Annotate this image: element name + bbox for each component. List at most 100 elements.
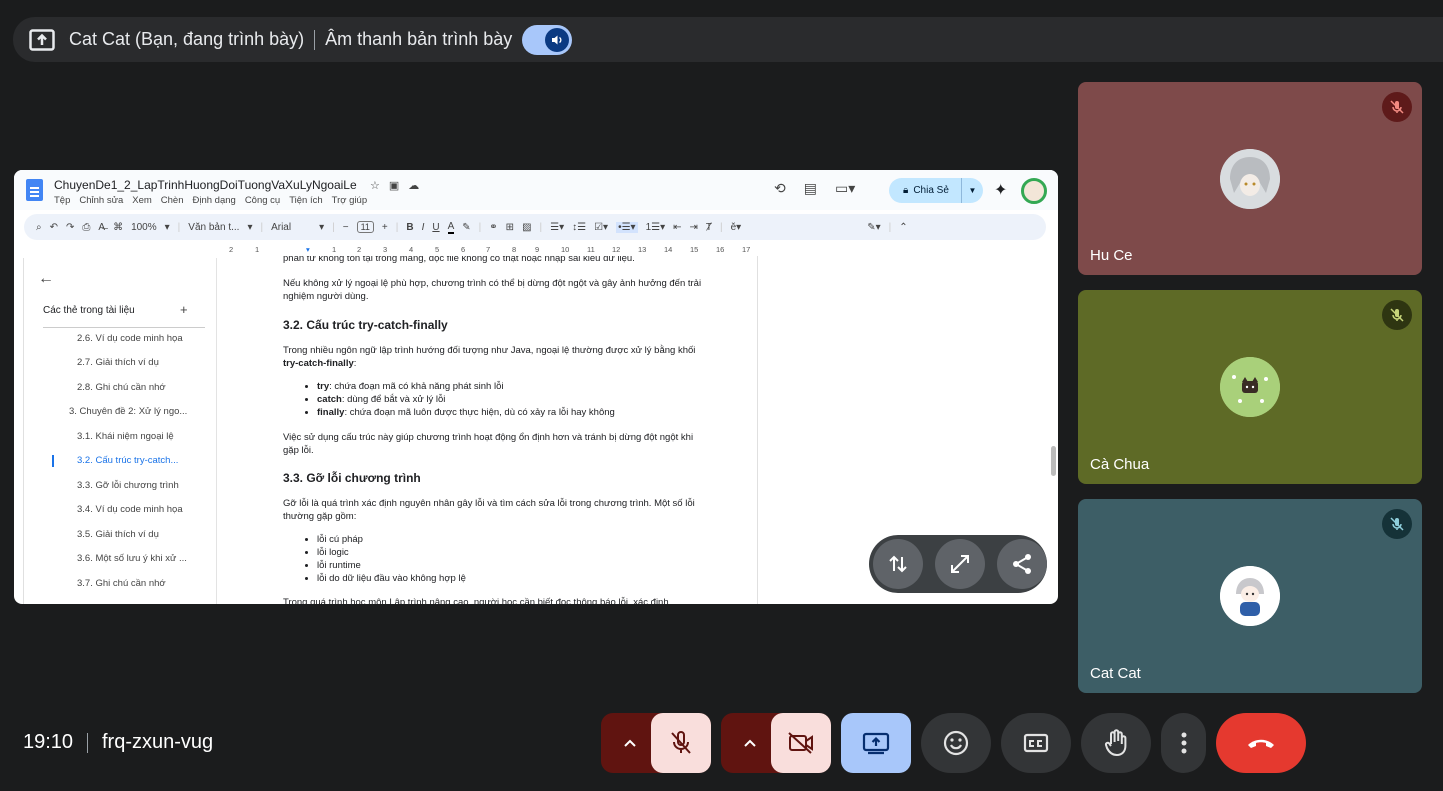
outline-item[interactable]: 3.4. Ví dụ code minh họa <box>77 504 183 515</box>
highlight-icon[interactable]: ✎ <box>462 222 470 233</box>
bold-icon[interactable]: B <box>406 222 413 233</box>
outline-item[interactable]: 3.5. Giải thích ví dụ <box>77 529 159 540</box>
camera-toggle-button[interactable] <box>771 713 831 773</box>
participant-tile[interactable]: Cat Cat <box>1078 499 1422 693</box>
menu-edit[interactable]: Chỉnh sửa <box>79 195 123 206</box>
text: : dùng để bắt và xử lý lỗi <box>341 394 446 405</box>
search-menus-icon[interactable]: ⌕ <box>36 222 42 233</box>
menu-insert[interactable]: Chèn <box>161 195 184 206</box>
outline-item[interactable]: 3. Chuyên đề 2: Xử lý ngo... <box>69 406 187 417</box>
presentation-audio-toggle[interactable] <box>522 24 573 55</box>
outline-item[interactable]: 3.6. Một số lưu ý khi xử ... <box>77 553 187 564</box>
star-icon[interactable]: ☆ <box>370 179 380 192</box>
underline-icon[interactable]: U <box>432 222 439 233</box>
more-options-button[interactable] <box>1161 713 1206 773</box>
menu-format[interactable]: Định dạng <box>193 195 236 206</box>
comments-icon[interactable]: ▤ <box>804 180 817 197</box>
participant-name: Cat Cat <box>1090 665 1141 682</box>
shared-screen: ChuyenDe1_2_LapTrinhHuongDoiTuongVaXuLyN… <box>14 170 1058 604</box>
captions-button[interactable] <box>1001 713 1071 773</box>
outline-item[interactable]: 3.1. Khái niệm ngoại lệ <box>77 431 174 442</box>
italic-icon[interactable]: I <box>422 222 425 233</box>
list-item: lỗi cú pháp <box>317 533 466 546</box>
participant-tile[interactable]: Hu Ce <box>1078 82 1422 275</box>
ruler-tick: 17 <box>742 245 751 254</box>
checklist-icon[interactable]: ☑▾ <box>594 222 608 233</box>
image-icon[interactable]: ▨ <box>522 222 531 233</box>
undo-icon[interactable]: ↶ <box>50 222 58 233</box>
hang-up-icon <box>1248 739 1274 748</box>
style-select[interactable]: Văn bản t... <box>188 222 239 233</box>
outline-item[interactable]: 2.7. Giải thích ví dụ <box>77 357 159 368</box>
ruler-tick: 15 <box>690 245 699 254</box>
input-tools-icon[interactable]: ě▾ <box>731 222 742 233</box>
raise-hand-button[interactable] <box>1081 713 1151 773</box>
zoom-select[interactable]: 100% <box>131 222 157 233</box>
link-icon[interactable]: ⚭ <box>489 222 497 233</box>
bulleted-list-icon[interactable]: •☰▾ <box>616 221 638 233</box>
outline-item[interactable]: 3.7. Ghi chú cần nhớ <box>77 578 166 589</box>
menu-extensions[interactable]: Tiện ích <box>289 195 322 206</box>
font-size-input[interactable]: 11 <box>356 221 374 233</box>
microphone-toggle-button[interactable] <box>651 713 711 773</box>
toolbar-divider: | <box>720 221 723 233</box>
increase-font-icon[interactable]: + <box>382 222 388 233</box>
menu-file[interactable]: Tệp <box>54 195 70 206</box>
pin-swap-button[interactable] <box>873 539 923 589</box>
share-link-button[interactable] <box>997 539 1047 589</box>
toolbar-divider: | <box>539 221 543 233</box>
mic-off-icon <box>1382 509 1412 539</box>
decrease-indent-icon[interactable]: ⇤ <box>673 222 681 233</box>
paint-format-icon[interactable]: ⌘ <box>113 222 123 233</box>
increase-indent-icon[interactable]: ⇥ <box>690 222 698 233</box>
gemini-sparkle-icon[interactable]: ✦ <box>994 180 1007 200</box>
line-spacing-icon[interactable]: ↕☰ <box>572 222 586 233</box>
outline-item[interactable]: 3.3. Gỡ lỗi chương trình <box>77 480 179 491</box>
spellcheck-icon[interactable]: A̶ <box>98 222 105 233</box>
text: : chứa đoạn mã có khả năng phát sinh lỗi <box>329 381 504 392</box>
document-title[interactable]: ChuyenDe1_2_LapTrinhHuongDoiTuongVaXuLyN… <box>54 178 357 192</box>
print-icon[interactable]: ⎙ <box>82 222 90 233</box>
meet-video-icon[interactable]: ▭▾ <box>835 180 855 197</box>
emoji-icon <box>943 730 969 756</box>
scrollbar[interactable] <box>1051 446 1056 476</box>
text-color-icon[interactable]: A <box>447 221 455 234</box>
document-page[interactable]: phần tử không tồn tại trong mảng, đọc fi… <box>217 256 758 604</box>
align-icon[interactable]: ☰▾ <box>550 222 564 233</box>
numbered-list-icon[interactable]: 1☰▾ <box>646 222 666 233</box>
ruler-indent-marker[interactable]: ▾ <box>306 245 310 254</box>
reactions-button[interactable] <box>921 713 991 773</box>
decrease-font-icon[interactable]: − <box>343 222 349 233</box>
avatar <box>1220 357 1280 417</box>
menu-view[interactable]: Xem <box>132 195 152 206</box>
add-tab-icon[interactable]: + <box>180 302 188 317</box>
present-now-button[interactable] <box>841 713 911 773</box>
move-folder-icon[interactable]: ▣ <box>389 179 399 192</box>
leave-call-button[interactable] <box>1216 713 1306 773</box>
camera-control-group <box>721 713 831 773</box>
menu-help[interactable]: Trợ giúp <box>332 195 367 206</box>
share-button[interactable]: 🔒︎ Chia Sẻ ▼ <box>889 178 983 203</box>
outline-item[interactable]: 2.6. Ví dụ code minh họa <box>77 333 183 344</box>
history-icon[interactable]: ⟲ <box>774 180 786 197</box>
participant-tile[interactable]: Cà Chua <box>1078 290 1422 484</box>
paragraph: phần tử không tồn tại trong mảng, đọc fi… <box>283 256 635 264</box>
font-select[interactable]: Arial <box>271 222 311 233</box>
clear-formatting-icon[interactable]: Ⱦ <box>706 222 712 233</box>
fullscreen-button[interactable] <box>935 539 985 589</box>
editing-mode-icon[interactable]: ✎▾ <box>867 222 880 233</box>
back-arrow-icon[interactable]: ← <box>38 270 54 288</box>
outline-item-active[interactable]: 3.2. Cấu trúc try-catch... <box>77 455 178 466</box>
share-dropdown-icon[interactable]: ▼ <box>961 178 983 203</box>
collapse-toolbar-icon[interactable]: ⌃ <box>899 222 907 233</box>
redo-icon[interactable]: ↷ <box>66 222 74 233</box>
closed-captions-icon <box>1023 733 1049 753</box>
menu-tools[interactable]: Công cụ <box>245 195 280 206</box>
bold-text: try-catch-finally <box>283 358 354 369</box>
comment-add-icon[interactable]: ⊞ <box>506 222 514 233</box>
account-avatar[interactable] <box>1021 178 1047 204</box>
list-item: try: chứa đoạn mã có khả năng phát sinh … <box>317 380 615 393</box>
chevron-down-icon: ▾ <box>164 221 170 233</box>
outline-item[interactable]: 2.8. Ghi chú cần nhớ <box>77 382 166 393</box>
docs-menu-bar: Tệp Chỉnh sửa Xem Chèn Định dạng Công cụ… <box>54 195 367 206</box>
